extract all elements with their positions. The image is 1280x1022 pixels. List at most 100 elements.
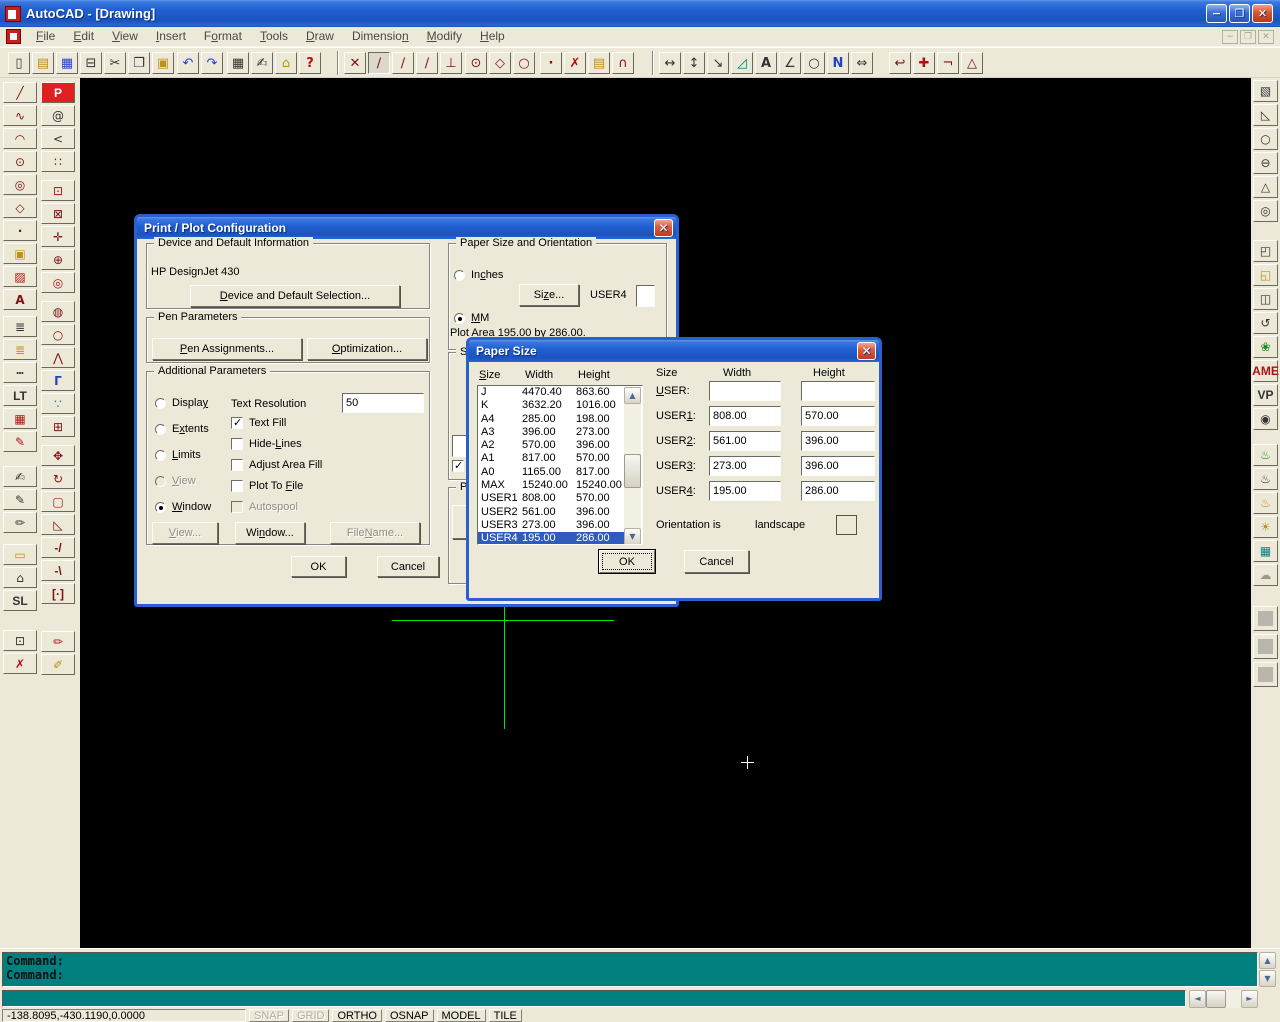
scroll-up-icon[interactable]: ▲	[624, 387, 641, 404]
ucs[interactable]: ⌂	[3, 567, 37, 588]
user-width-input[interactable]	[709, 381, 781, 401]
scroll-thumb[interactable]	[624, 454, 641, 488]
menu-item[interactable]: View	[103, 27, 147, 46]
user-width-input[interactable]: 561.00	[709, 431, 781, 451]
menu-item[interactable]: Help	[471, 27, 514, 46]
zoom-extents[interactable]: ◎	[41, 272, 75, 293]
check-adjust-area-fill[interactable]: Adjust Area Fill	[231, 457, 322, 473]
scroll-down-icon[interactable]: ▼	[624, 528, 641, 545]
mdi-minimize-button[interactable]: −	[1222, 30, 1238, 44]
dim-ordinate[interactable]: ◿	[731, 52, 753, 74]
linetype-dashes[interactable]: ┅	[3, 362, 37, 383]
polyline[interactable]: ∿	[3, 105, 37, 126]
layer-color[interactable]: ▦	[3, 408, 37, 429]
redo[interactable]: ↷	[201, 52, 223, 74]
mirror[interactable]: ⋀	[41, 347, 75, 368]
text[interactable]: A	[3, 289, 37, 310]
radio-extents[interactable]: Extents	[155, 419, 211, 439]
zoom-window[interactable]: ⊡	[41, 180, 75, 201]
mdi-restore-button[interactable]: ❐	[1240, 30, 1256, 44]
user-height-input[interactable]	[801, 381, 875, 401]
open-file[interactable]: ▤	[32, 52, 54, 74]
radio-mm[interactable]: MM	[454, 308, 489, 328]
arc[interactable]: ◠	[3, 128, 37, 149]
mdi-close-button[interactable]: ✕	[1258, 30, 1274, 44]
paper-size-row[interactable]: A1 817.00 570.00	[478, 452, 624, 465]
point[interactable]: ·	[3, 220, 37, 241]
paper-size-dialog-titlebar[interactable]: Paper Size ✕	[469, 340, 879, 362]
check-autospool[interactable]: Autospool	[231, 499, 322, 515]
extend[interactable]: -\	[41, 560, 75, 581]
insert-block[interactable]: ▣	[3, 243, 37, 264]
layers[interactable]: ≣	[3, 316, 37, 337]
solid-cone[interactable]: △	[1253, 176, 1278, 198]
snap-tangent[interactable]: ○	[513, 52, 535, 74]
ellipse[interactable]: ◎	[3, 174, 37, 195]
sketch[interactable]: ∵	[41, 393, 75, 414]
lights[interactable]: ☀	[1253, 516, 1278, 538]
section[interactable]: ↺	[1253, 312, 1278, 334]
hatch[interactable]: ▨	[3, 266, 37, 287]
at-symbol[interactable]: @	[41, 105, 75, 126]
print-dialog-cancel-button[interactable]: Cancel	[377, 556, 439, 577]
snap-none[interactable]: ✗	[564, 52, 586, 74]
menu-item[interactable]: Insert	[147, 27, 195, 46]
object-group[interactable]: ▦	[227, 52, 249, 74]
launch-browser[interactable]: ✍	[251, 52, 273, 74]
user-width-input[interactable]: 808.00	[709, 406, 781, 426]
paper-size-row[interactable]: A4 285.00 198.00	[478, 413, 624, 426]
slice[interactable]: ◫	[1253, 288, 1278, 310]
paper-size-row[interactable]: MAX 15240.00 15240.00	[478, 479, 624, 492]
solid-wedge[interactable]: ◺	[1253, 104, 1278, 126]
scroll-left-icon[interactable]: ◄	[1189, 990, 1206, 1008]
scroll-down-icon[interactable]: ▼	[1259, 970, 1276, 987]
fog[interactable]: ☁	[1253, 564, 1278, 586]
view-button[interactable]: View...	[152, 522, 218, 544]
window-select-button[interactable]: Window...	[235, 522, 305, 544]
radio-limits[interactable]: Limits	[155, 445, 211, 465]
paper-dialog-cancel-button[interactable]: Cancel	[684, 550, 749, 573]
save-file[interactable]: ▦	[56, 52, 78, 74]
dim-angular[interactable]: A	[755, 52, 777, 74]
stretch[interactable]: ◺	[41, 514, 75, 535]
command-hscrollbar[interactable]: ◄ ►	[1189, 990, 1258, 1008]
dim-text-home[interactable]: ¬	[937, 52, 959, 74]
blank-slot-2[interactable]	[1253, 634, 1278, 659]
solid-cylinder[interactable]: ⊖	[1253, 152, 1278, 174]
copy-object[interactable]: ▢	[41, 491, 75, 512]
named-views[interactable]: ⊡	[3, 630, 37, 651]
solid-torus[interactable]: ◎	[1253, 200, 1278, 222]
user-height-input[interactable]: 286.00	[801, 481, 875, 501]
fillet[interactable]: Γ	[41, 370, 75, 391]
dim-vertical[interactable]: ↕	[683, 52, 705, 74]
paper-size-row[interactable]: USER4 195.00 286.00	[478, 532, 624, 545]
list-scrollbar[interactable]: ▲ ▼	[624, 387, 641, 545]
paper-size-row[interactable]: A2 570.00 396.00	[478, 439, 624, 452]
hide[interactable]: ♨	[1253, 468, 1278, 490]
measure[interactable]: ▭	[3, 544, 37, 565]
solid-sphere[interactable]: ○	[1253, 128, 1278, 150]
toggle-osnap[interactable]: OSNAP	[385, 1009, 434, 1022]
blank-slot-3[interactable]	[1253, 662, 1278, 687]
restore-button[interactable]: ❐	[1229, 4, 1250, 23]
erase[interactable]: ✏	[41, 631, 75, 652]
viewports[interactable]: VP	[1253, 384, 1278, 406]
scroll-track[interactable]	[1226, 990, 1241, 1008]
polygon[interactable]: ◇	[3, 197, 37, 218]
menu-item[interactable]: Modify	[418, 27, 471, 46]
toggle-snap[interactable]: SNAP	[249, 1009, 289, 1022]
tracking[interactable]: ✕	[344, 52, 366, 74]
paper-size-row[interactable]: USER1 808.00 570.00	[478, 492, 624, 505]
print-dialog-ok-button[interactable]: OK	[291, 556, 346, 577]
match-properties[interactable]: ✎	[3, 431, 37, 452]
solid-box[interactable]: ▧	[1253, 80, 1278, 102]
text-resolution-input[interactable]: 50	[342, 393, 424, 413]
paper-size-row[interactable]: USER3 273.00 396.00	[478, 519, 624, 532]
edit-attribute[interactable]: ✏	[3, 512, 37, 533]
dim-angle[interactable]: ∠	[779, 52, 801, 74]
scroll-up-icon[interactable]: ▲	[1259, 952, 1276, 969]
menu-item[interactable]: Tools	[251, 27, 297, 46]
interfere[interactable]: ❀	[1253, 336, 1278, 358]
zoom-previous[interactable]: ⊠	[41, 203, 75, 224]
trim[interactable]: -/	[41, 537, 75, 558]
